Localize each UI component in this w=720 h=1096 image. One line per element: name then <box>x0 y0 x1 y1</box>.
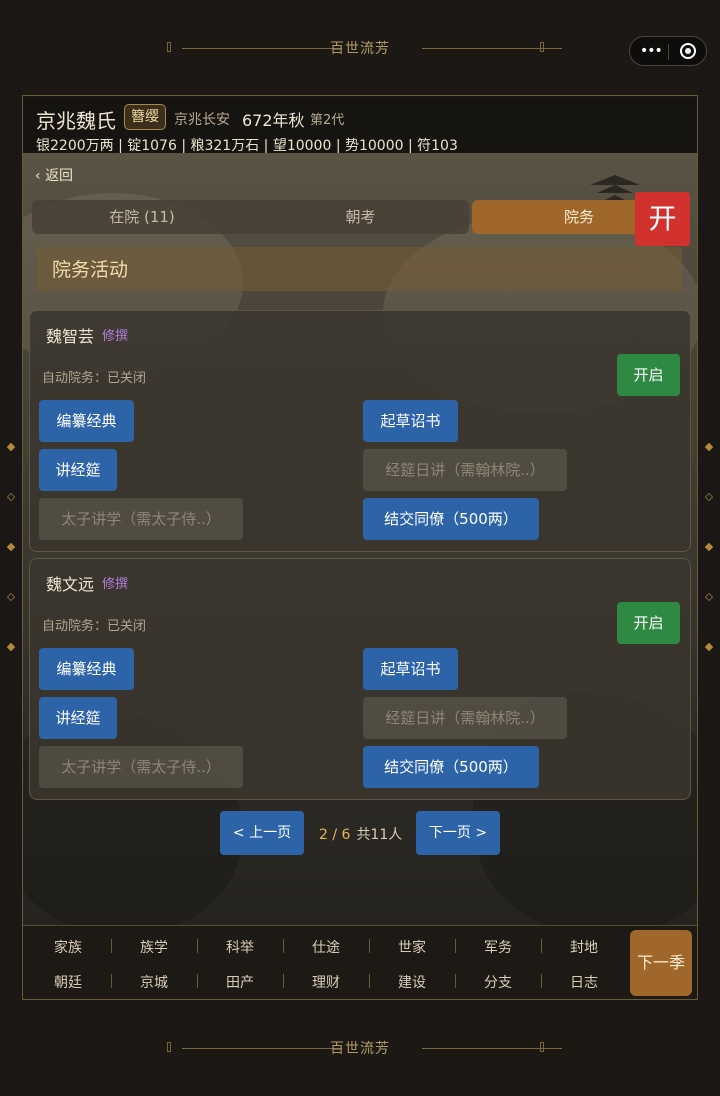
banner-title: 百世流芳 <box>330 41 390 57</box>
tab-bar: 在院 (11) 朝考 <box>32 200 469 234</box>
banner-title: 百世流芳 <box>330 1041 390 1057</box>
miniprogram-capsule: ••• <box>629 36 707 66</box>
befriend-colleagues-button[interactable]: 结交同僚（500两） <box>363 498 539 540</box>
member-role: 修撰 <box>102 329 129 344</box>
nav-item-clans[interactable]: 世家 <box>369 937 455 957</box>
prince-tutoring-button: 太子讲学（需太子侍..） <box>39 746 243 788</box>
member-card: 魏文远 修撰 自动院务：已关闭 开启 编纂经典 起草诏书 讲经筵 经筵日讲（需翰… <box>29 558 691 800</box>
game-date: 672年秋 <box>242 111 305 130</box>
prev-page-button[interactable]: < 上一页 <box>220 811 304 855</box>
draft-edict-button[interactable]: 起草诏书 <box>363 400 458 442</box>
pagination: < 上一页 2 / 6 共11人 下一页 > <box>23 811 697 855</box>
member-name: 魏智芸 <box>46 327 95 346</box>
auto-affairs-toggle-button[interactable]: 开启 <box>617 354 680 396</box>
auto-affairs-status: 自动院务：已关闭 <box>42 371 147 386</box>
nav-item-exam[interactable]: 科举 <box>197 937 283 957</box>
prince-tutoring-button: 太子讲学（需太子侍..） <box>39 498 243 540</box>
nav-item-finance[interactable]: 理财 <box>283 972 369 992</box>
nav-item-military[interactable]: 军务 <box>455 937 541 957</box>
nav-item-farmland[interactable]: 田产 <box>197 972 283 992</box>
member-name: 魏文远 <box>46 575 95 594</box>
tab-court-exam[interactable]: 朝考 <box>252 200 469 234</box>
page-indicator: 2 / 6 <box>319 827 351 843</box>
befriend-colleagues-button[interactable]: 结交同僚（500两） <box>363 746 539 788</box>
nav-item-fief[interactable]: 封地 <box>541 937 627 957</box>
banner-ornament <box>540 1042 544 1052</box>
auto-affairs-status: 自动院务：已关闭 <box>42 619 147 634</box>
nav-item-family[interactable]: 家族 <box>25 937 111 957</box>
section-header: 院务活动 <box>37 247 682 291</box>
side-ornament <box>704 642 714 652</box>
back-link[interactable]: ‹ 返回 <box>35 165 73 185</box>
bottom-nav: 家族 族学 科举 仕途 世家 军务 封地 朝廷 京城 田产 理财 建设 分支 日… <box>23 925 697 999</box>
nav-item-career[interactable]: 仕途 <box>283 937 369 957</box>
side-ornament <box>704 442 714 452</box>
bottom-banner: 百世流芳 <box>22 999 698 1096</box>
nav-item-log[interactable]: 日志 <box>541 972 627 992</box>
nav-item-court[interactable]: 朝廷 <box>25 972 111 992</box>
side-ornament <box>6 492 16 502</box>
section-title: 院务活动 <box>52 259 129 281</box>
compile-classics-button[interactable]: 编纂经典 <box>39 648 134 690</box>
clan-rank-badge: 簪缨 <box>124 104 166 130</box>
tab-in-academy[interactable]: 在院 (11) <box>32 200 252 234</box>
nav-item-branches[interactable]: 分支 <box>455 972 541 992</box>
member-card: 魏智芸 修撰 自动院务：已关闭 开启 编纂经典 起草诏书 讲经筵 经筵日讲（需翰… <box>29 310 691 552</box>
more-icon[interactable]: ••• <box>640 43 663 59</box>
resource-stats: 银2200万两 | 锭1076 | 粮321万石 | 望10000 | 势100… <box>36 138 458 154</box>
compile-classics-button[interactable]: 编纂经典 <box>39 400 134 442</box>
nav-item-construction[interactable]: 建设 <box>369 972 455 992</box>
nav-item-school[interactable]: 族学 <box>111 937 197 957</box>
daily-lecture-button: 经筵日讲（需翰林院..） <box>363 449 567 491</box>
main-scene: ‹ 返回 在院 (11) 朝考 院务 开 院务活动 魏智芸 修撰 自动院务：已关… <box>23 153 697 925</box>
lecture-button[interactable]: 讲经筵 <box>39 449 117 491</box>
page-info: 2 / 6 共11人 <box>319 824 402 844</box>
daily-lecture-button: 经筵日讲（需翰林院..） <box>363 697 567 739</box>
close-target-icon[interactable] <box>680 43 696 59</box>
banner-ornament <box>540 42 544 52</box>
side-ornament <box>6 642 16 652</box>
side-ornament <box>704 542 714 552</box>
side-ornament <box>6 542 16 552</box>
next-season-button[interactable]: 下一季 <box>630 930 692 996</box>
nav-item-capital[interactable]: 京城 <box>111 972 197 992</box>
draft-edict-button[interactable]: 起草诏书 <box>363 648 458 690</box>
back-label: 返回 <box>45 168 74 184</box>
generation: 第2代 <box>310 113 345 128</box>
side-ornament <box>704 492 714 502</box>
lecture-button[interactable]: 讲经筵 <box>39 697 117 739</box>
clan-header: 京兆魏氏 簪缨 京兆长安 672年秋 第2代 银2200万两 | 锭1076 |… <box>23 97 697 154</box>
clan-location: 京兆长安 <box>174 112 230 128</box>
top-banner: 百世流芳 <box>22 0 698 96</box>
clan-name: 京兆魏氏 <box>36 109 116 133</box>
auto-affairs-toggle-button[interactable]: 开启 <box>617 602 680 644</box>
side-ornament <box>704 592 714 602</box>
open-tag[interactable]: 开 <box>635 192 690 246</box>
side-ornament <box>6 442 16 452</box>
total-count: 共11人 <box>356 827 403 843</box>
side-ornament <box>6 592 16 602</box>
capsule-divider <box>668 44 669 60</box>
next-page-button[interactable]: 下一页 > <box>416 811 500 855</box>
member-role: 修撰 <box>102 577 129 592</box>
